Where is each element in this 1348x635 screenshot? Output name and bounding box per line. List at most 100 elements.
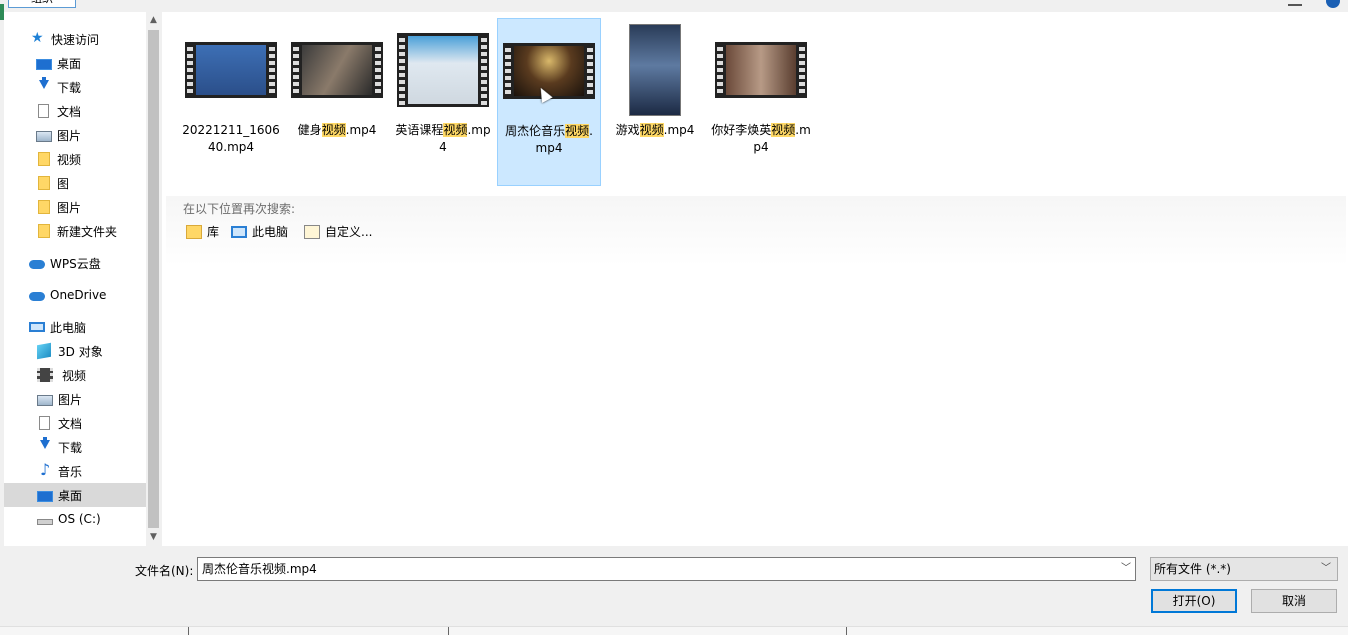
nav-item-label: 视频 [62,368,87,383]
picture-icon [37,394,53,406]
onedrive-icon [29,292,45,301]
file-name: 健身视频.mp4 [297,123,377,137]
nav-item-documents-pc[interactable]: 文档 [4,411,146,435]
chevron-down-icon[interactable]: ﹀ [1321,558,1331,580]
file-item-selected[interactable]: 周杰伦音乐视频.mp4 [497,18,601,186]
folder-icon [38,176,50,190]
nav-item-label: 视频 [57,152,82,167]
music-icon [37,460,53,479]
filename-value: 周杰伦音乐视频.mp4 [202,562,317,576]
nav-item-label: 此电脑 [50,320,87,335]
nav-scrollbar[interactable]: ▲ ▼ [146,12,160,546]
nav-item-this-pc[interactable]: 此电脑 [4,315,146,339]
video-thumbnail [185,42,277,98]
nav-item-desktop-pc[interactable]: 桌面 [4,483,146,507]
search-again-section: 在以下位置再次搜索: 库 此电脑 自定义... [166,196,1346,266]
scroll-down-icon[interactable]: ▼ [148,531,159,543]
filetype-select[interactable]: 所有文件 (*.*) ﹀ [1150,557,1338,581]
nav-item-label: 桌面 [58,488,83,503]
drive-icon [37,519,53,525]
cancel-button[interactable]: 取消 [1251,589,1337,613]
document-icon [38,104,49,118]
location-label: 库 [207,225,220,239]
file-item[interactable]: 英语课程视频.mp4 [391,18,495,186]
cube-icon [37,342,51,360]
scrollbar-thumb[interactable] [148,30,159,528]
top-toolbar: 组织 [0,0,1348,12]
nav-item-label: 下载 [58,440,83,455]
download-icon [37,437,53,455]
nav-item-onedrive[interactable]: OneDrive [4,283,146,307]
nav-item-wps-cloud[interactable]: WPS云盘 [4,251,146,275]
nav-item-label: 音乐 [58,464,83,479]
desktop-icon [37,490,53,502]
file-item[interactable]: 你好李焕英视频.mp4 [709,18,813,186]
file-item[interactable]: 游戏视频.mp4 [603,18,707,186]
nav-item-downloads-pc[interactable]: 下载 [4,435,146,459]
open-button[interactable]: 打开(O) [1151,589,1237,613]
folder-icon [38,152,50,166]
video-thumbnail [397,33,489,107]
search-location-library[interactable]: 库 [186,223,219,240]
scroll-up-icon[interactable]: ▲ [148,14,159,26]
nav-item-label: 下载 [57,80,82,95]
video-thumbnail [291,42,383,98]
nav-item-label: 图片 [57,128,82,143]
nav-item-quick-access[interactable]: 快速访问 [4,27,146,51]
nav-item-label: OneDrive [50,288,107,302]
nav-item-pictures[interactable]: 图片 ⊥ [4,123,146,147]
nav-item-new-folder[interactable]: 新建文件夹 [4,219,146,243]
nav-item-label: 图 [57,176,70,191]
file-name: 周杰伦音乐视频.mp4 [505,124,593,155]
search-location-custom[interactable]: 自定义... [304,223,372,240]
organize-button[interactable]: 组织 [8,0,76,8]
file-list-pane[interactable]: 20221211_160640.mp4 健身视频.mp4 英语课程视频.mp4 … [162,12,1348,546]
nav-item-folder-videos[interactable]: 视频 [4,147,146,171]
picture-icon [36,130,52,142]
search-location-this-pc[interactable]: 此电脑 [231,223,288,240]
nav-item-pictures-pc[interactable]: 图片 [4,387,146,411]
nav-item-label: 文档 [57,104,82,119]
computer-icon [29,322,45,332]
nav-item-folder-pictures[interactable]: 图片 [4,195,146,219]
file-name: 英语课程视频.mp4 [395,123,491,154]
folder-icon [38,200,50,214]
filename-input[interactable]: 周杰伦音乐视频.mp4 ﹀ [197,557,1136,581]
desktop-icon [36,58,52,70]
chevron-down-icon[interactable]: ﹀ [1121,558,1131,580]
nav-item-documents[interactable]: 文档 ⊥ [4,99,146,123]
nav-item-3d-objects[interactable]: 3D 对象 [4,339,146,363]
nav-item-desktop[interactable]: 桌面 ⊥ [4,51,146,75]
file-item[interactable]: 20221211_160640.mp4 [179,18,283,186]
nav-item-folder-tu[interactable]: 图 [4,171,146,195]
nav-item-label: 快速访问 [51,32,100,47]
nav-item-label: OS (C:) [58,512,101,526]
custom-folder-icon [304,224,320,239]
navigation-pane[interactable]: 快速访问 桌面 ⊥ 下载 ⊥ 文档 ⊥ 图片 ⊥ 视频 图 图片 新建文件夹 W… [4,12,146,546]
location-label: 自定义... [325,225,373,239]
star-icon [30,30,46,47]
film-icon [37,368,53,382]
nav-item-music[interactable]: 音乐 [4,459,146,483]
file-name: 游戏视频.mp4 [615,123,695,137]
nav-item-label: 图片 [58,392,83,407]
view-options-icon[interactable] [1288,0,1302,6]
folder-icon [38,224,50,238]
nav-item-downloads[interactable]: 下载 ⊥ [4,75,146,99]
library-icon [186,224,202,239]
file-name: 20221211_160640.mp4 [182,123,280,154]
nav-item-label: 新建文件夹 [57,224,118,239]
help-icon[interactable] [1326,0,1340,8]
nav-item-label: 图片 [57,200,82,215]
file-item[interactable]: 健身视频.mp4 [285,18,389,186]
location-label: 此电脑 [252,225,289,239]
video-thumbnail [629,24,681,116]
nav-item-videos[interactable]: 视频 [4,363,146,387]
document-icon [39,416,50,430]
filename-label: 文件名(N): [135,564,194,578]
nav-item-label: 3D 对象 [58,344,103,359]
nav-item-label: 文档 [58,416,83,431]
nav-item-os-drive[interactable]: OS (C:) [4,507,146,531]
search-again-label: 在以下位置再次搜索: [183,202,296,216]
nav-item-label: 桌面 [57,56,82,71]
